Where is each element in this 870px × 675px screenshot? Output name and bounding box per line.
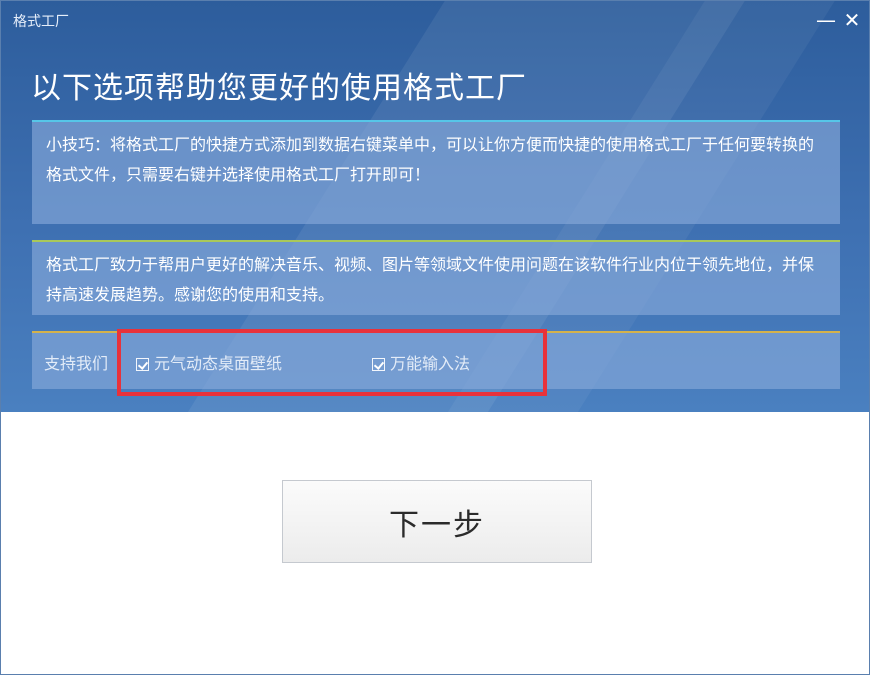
page-heading: 以下选项帮助您更好的使用格式工厂 [31,71,527,106]
support-label: 支持我们 [44,354,109,373]
about-panel: 格式工厂致力于帮用户更好的解决音乐、视频、图片等领域文件使用问题在该软件行业内位… [32,240,840,315]
option-input-method[interactable]: 万能输入法 [372,349,470,379]
about-text: 格式工厂致力于帮用户更好的解决音乐、视频、图片等领域文件使用问题在该软件行业内位… [46,255,815,304]
installer-window: 格式工厂 — ✕ 以下选项帮助您更好的使用格式工厂 小技巧：将格式工厂的快捷方式… [0,0,870,675]
tip-panel: 小技巧：将格式工厂的快捷方式添加到数据右键菜单中，可以让你方便而快捷的使用格式工… [32,120,840,224]
next-button[interactable]: 下一步 [282,480,592,563]
option-input-method-label: 万能输入法 [390,354,471,373]
checkbox-wallpaper[interactable] [136,357,149,371]
option-wallpaper-label: 元气动态桌面壁纸 [154,354,283,373]
window-title: 格式工厂 [13,14,69,30]
option-wallpaper[interactable]: 元气动态桌面壁纸 [136,349,282,379]
close-button[interactable]: ✕ [839,7,865,33]
header-area: 格式工厂 — ✕ 以下选项帮助您更好的使用格式工厂 小技巧：将格式工厂的快捷方式… [1,1,869,412]
support-panel: 支持我们 元气动态桌面壁纸 万能输入法 [32,331,840,389]
tip-text: 小技巧：将格式工厂的快捷方式添加到数据右键菜单中，可以让你方便而快捷的使用格式工… [46,135,815,184]
minimize-button[interactable]: — [813,7,839,33]
checkbox-input-method[interactable] [372,357,385,371]
